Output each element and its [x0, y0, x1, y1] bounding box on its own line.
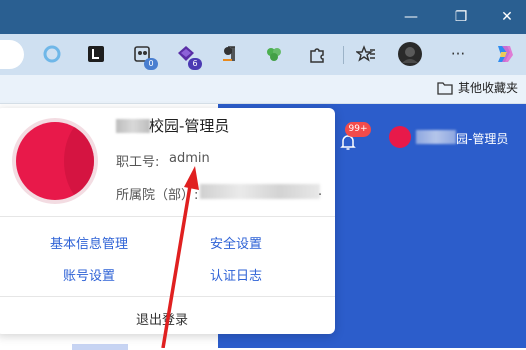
notification-count-badge: 99+	[345, 122, 371, 137]
extensions-puzzle-icon[interactable]	[305, 42, 329, 66]
extension-diamond-icon[interactable]: 6	[174, 42, 202, 70]
close-icon: ✕	[501, 9, 513, 25]
header-user-name[interactable]: 园-管理员	[456, 130, 508, 147]
restore-icon: ❐	[454, 9, 468, 25]
extension-badge: 6	[188, 58, 202, 70]
other-favorites-folder[interactable]: 其他收藏夹	[437, 79, 518, 96]
profile-avatar	[16, 122, 94, 200]
extension-clover-icon[interactable]	[262, 42, 286, 66]
browser-toolbar: 0 6 ···	[0, 34, 526, 75]
basic-info-link[interactable]: 基本信息管理	[50, 233, 128, 252]
other-favorites-label: 其他收藏夹	[457, 81, 518, 95]
address-bar[interactable]	[0, 40, 24, 69]
folder-icon	[437, 81, 453, 95]
department-label: 所属院（部）:	[116, 188, 199, 203]
account-settings-link[interactable]: 账号设置	[63, 265, 115, 284]
close-button[interactable]: ✕	[484, 0, 526, 34]
logout-button[interactable]: 退出登录	[136, 309, 188, 328]
more-menu-icon[interactable]: ···	[446, 42, 470, 66]
partial-element	[72, 344, 128, 350]
maximize-button[interactable]: ❐	[438, 0, 484, 34]
minimize-icon: —	[404, 9, 418, 25]
employee-number-value: admin	[169, 151, 210, 166]
favorites-star-icon[interactable]	[354, 42, 378, 66]
auth-log-link[interactable]: 认证日志	[210, 265, 262, 284]
security-settings-link[interactable]: 安全设置	[210, 233, 262, 252]
extension-capture-icon[interactable]: 0	[130, 42, 158, 70]
extension-l-icon[interactable]	[84, 42, 108, 66]
minimize-button[interactable]: —	[388, 0, 434, 34]
redacted-department	[200, 184, 320, 199]
extension-pilcrow-icon[interactable]	[218, 42, 242, 66]
redacted-school-prefix	[116, 119, 150, 133]
extension-badge: 0	[144, 58, 158, 70]
copilot-icon[interactable]	[492, 42, 516, 66]
redacted-name	[416, 130, 456, 144]
department-trailing: .	[318, 184, 323, 199]
profile-school-name: 校园-管理员	[149, 117, 230, 135]
window-title-bar: — ❐ ✕	[0, 0, 526, 34]
header-user-avatar[interactable]	[389, 126, 411, 148]
divider	[0, 216, 335, 217]
employee-number-label: 职工号:	[116, 155, 160, 170]
profile-avatar-icon[interactable]	[398, 42, 422, 66]
toolbar-separator	[343, 46, 344, 64]
extension-circle-icon[interactable]	[40, 42, 64, 66]
favorites-bar: 其他收藏夹	[0, 75, 526, 104]
divider	[0, 296, 335, 297]
